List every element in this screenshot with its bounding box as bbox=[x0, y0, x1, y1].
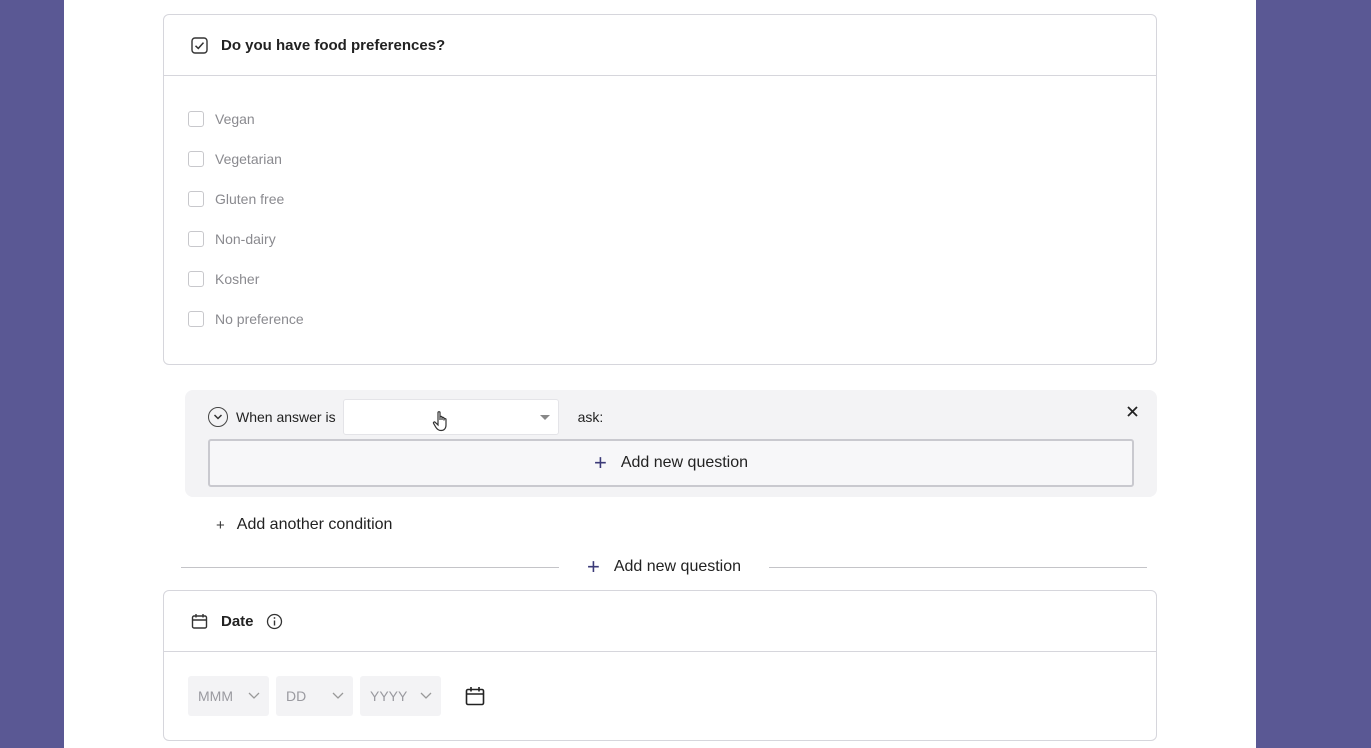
month-select[interactable]: MMM bbox=[188, 676, 269, 716]
option-label: Non-dairy bbox=[215, 231, 276, 247]
form-canvas: Do you have food preferences? Vegan Vege… bbox=[64, 0, 1256, 748]
chevron-down-icon bbox=[331, 688, 345, 707]
date-inputs: MMM DD YYYY bbox=[164, 652, 1156, 716]
info-icon[interactable] bbox=[266, 613, 283, 630]
add-new-question-button[interactable]: + Add new question bbox=[208, 439, 1134, 487]
year-placeholder: YYYY bbox=[370, 688, 408, 704]
checkbox[interactable] bbox=[188, 271, 204, 287]
plus-icon: + bbox=[216, 516, 225, 534]
option-vegan[interactable]: Vegan bbox=[188, 99, 1156, 139]
condition-row: When answer is ask: bbox=[208, 398, 604, 437]
hand-cursor-icon bbox=[432, 410, 450, 437]
add-question-divider: + Add new question bbox=[181, 556, 1147, 578]
option-no-preference[interactable]: No preference bbox=[188, 299, 1156, 339]
collapse-chevron-icon[interactable] bbox=[208, 406, 228, 427]
checkbox-checked-icon bbox=[190, 36, 208, 54]
divider-line bbox=[769, 566, 1147, 568]
add-new-question-label: Add new question bbox=[620, 454, 749, 471]
chevron-down-icon bbox=[419, 688, 433, 707]
caret-down-icon bbox=[539, 414, 550, 420]
option-label: Kosher bbox=[215, 271, 260, 287]
month-placeholder: MMM bbox=[198, 688, 233, 704]
question-header: Do you have food preferences? bbox=[164, 15, 1156, 76]
question-title: Do you have food preferences? bbox=[221, 36, 446, 54]
add-another-condition-label: Add another condition bbox=[236, 516, 393, 533]
calendar-picker-icon[interactable] bbox=[464, 685, 486, 707]
day-select[interactable]: DD bbox=[276, 676, 353, 716]
ask-label: ask: bbox=[577, 408, 604, 425]
question-header: Date bbox=[164, 591, 1156, 652]
checkbox[interactable] bbox=[188, 111, 204, 127]
divider-add-question-label: Add new question bbox=[613, 558, 742, 575]
option-kosher[interactable]: Kosher bbox=[188, 259, 1156, 299]
options-list: Vegan Vegetarian Gluten free Non-dairy K… bbox=[164, 76, 1156, 339]
option-label: Vegetarian bbox=[215, 151, 282, 167]
question-title: Date bbox=[221, 612, 254, 630]
checkbox[interactable] bbox=[188, 191, 204, 207]
option-label: Gluten free bbox=[215, 191, 285, 207]
add-another-condition-button[interactable]: + Add another condition bbox=[216, 514, 392, 536]
option-label: Vegan bbox=[215, 111, 255, 127]
option-vegetarian[interactable]: Vegetarian bbox=[188, 139, 1156, 179]
plus-icon: + bbox=[593, 450, 607, 475]
divider-line bbox=[181, 566, 559, 568]
day-placeholder: DD bbox=[286, 688, 307, 704]
divider-add-question-button[interactable]: + Add new question bbox=[559, 556, 769, 578]
when-answer-label: When answer is bbox=[236, 408, 336, 425]
chevron-down-icon bbox=[247, 688, 261, 707]
year-select[interactable]: YYYY bbox=[360, 676, 441, 716]
option-non-dairy[interactable]: Non-dairy bbox=[188, 219, 1156, 259]
checkbox[interactable] bbox=[188, 151, 204, 167]
checkbox[interactable] bbox=[188, 231, 204, 247]
close-icon[interactable] bbox=[1125, 404, 1139, 418]
question-card-date[interactable]: Date MMM DD YYYY bbox=[163, 590, 1157, 741]
condition-panel: When answer is ask: + Add new question bbox=[185, 390, 1157, 497]
checkbox[interactable] bbox=[188, 311, 204, 327]
option-gluten-free[interactable]: Gluten free bbox=[188, 179, 1156, 219]
option-label: No preference bbox=[215, 311, 304, 327]
calendar-icon bbox=[190, 612, 208, 630]
question-card-food-preferences[interactable]: Do you have food preferences? Vegan Vege… bbox=[163, 14, 1157, 365]
answer-select[interactable] bbox=[342, 398, 559, 437]
plus-icon: + bbox=[586, 554, 600, 579]
